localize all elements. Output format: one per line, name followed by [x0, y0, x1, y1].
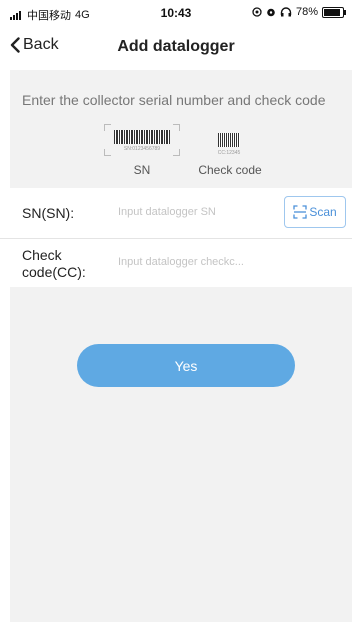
yes-label: Yes	[174, 357, 198, 374]
barcode-icon	[114, 130, 170, 144]
location-icon	[252, 7, 262, 17]
sn-barcode-text: SN:0123456789	[123, 146, 161, 152]
scan-icon	[293, 205, 307, 219]
check-code-input[interactable]	[118, 256, 278, 268]
sn-label: SN(SN):	[22, 205, 75, 221]
check-code-label: Check code(CC):	[22, 247, 86, 280]
instruction-text: Enter the collector serial number and ch…	[22, 92, 326, 108]
battery-fill	[324, 8, 340, 16]
sn-barcode-illustration: SN:0123456789	[104, 124, 180, 156]
scan-label: Scan	[309, 205, 337, 219]
sn-caption: SN	[133, 163, 151, 177]
status-right: 78%	[252, 6, 346, 18]
check-code-caption: Check code	[198, 163, 262, 177]
scan-button[interactable]: Scan	[284, 196, 346, 228]
page-title: Add datalogger	[117, 38, 235, 55]
headphones-icon	[280, 7, 292, 17]
battery-percent: 78%	[295, 6, 318, 18]
battery-icon	[322, 6, 346, 18]
sn-input[interactable]	[118, 206, 278, 218]
status-bar: 中国移动 4G 10:43 78%	[0, 0, 352, 26]
sn-row: SN(SN): Scan	[0, 188, 352, 239]
frame-corner	[173, 124, 180, 131]
alarm-icon	[267, 8, 275, 17]
check-code-row: Check code(CC):	[0, 239, 352, 287]
cc-barcode-text: CC:12345	[217, 150, 241, 156]
navigation-bar: Back Add datalogger	[0, 26, 352, 70]
frame-corner	[104, 124, 111, 131]
yes-button[interactable]: Yes	[77, 344, 295, 387]
check-code-barcode-icon	[218, 133, 240, 147]
